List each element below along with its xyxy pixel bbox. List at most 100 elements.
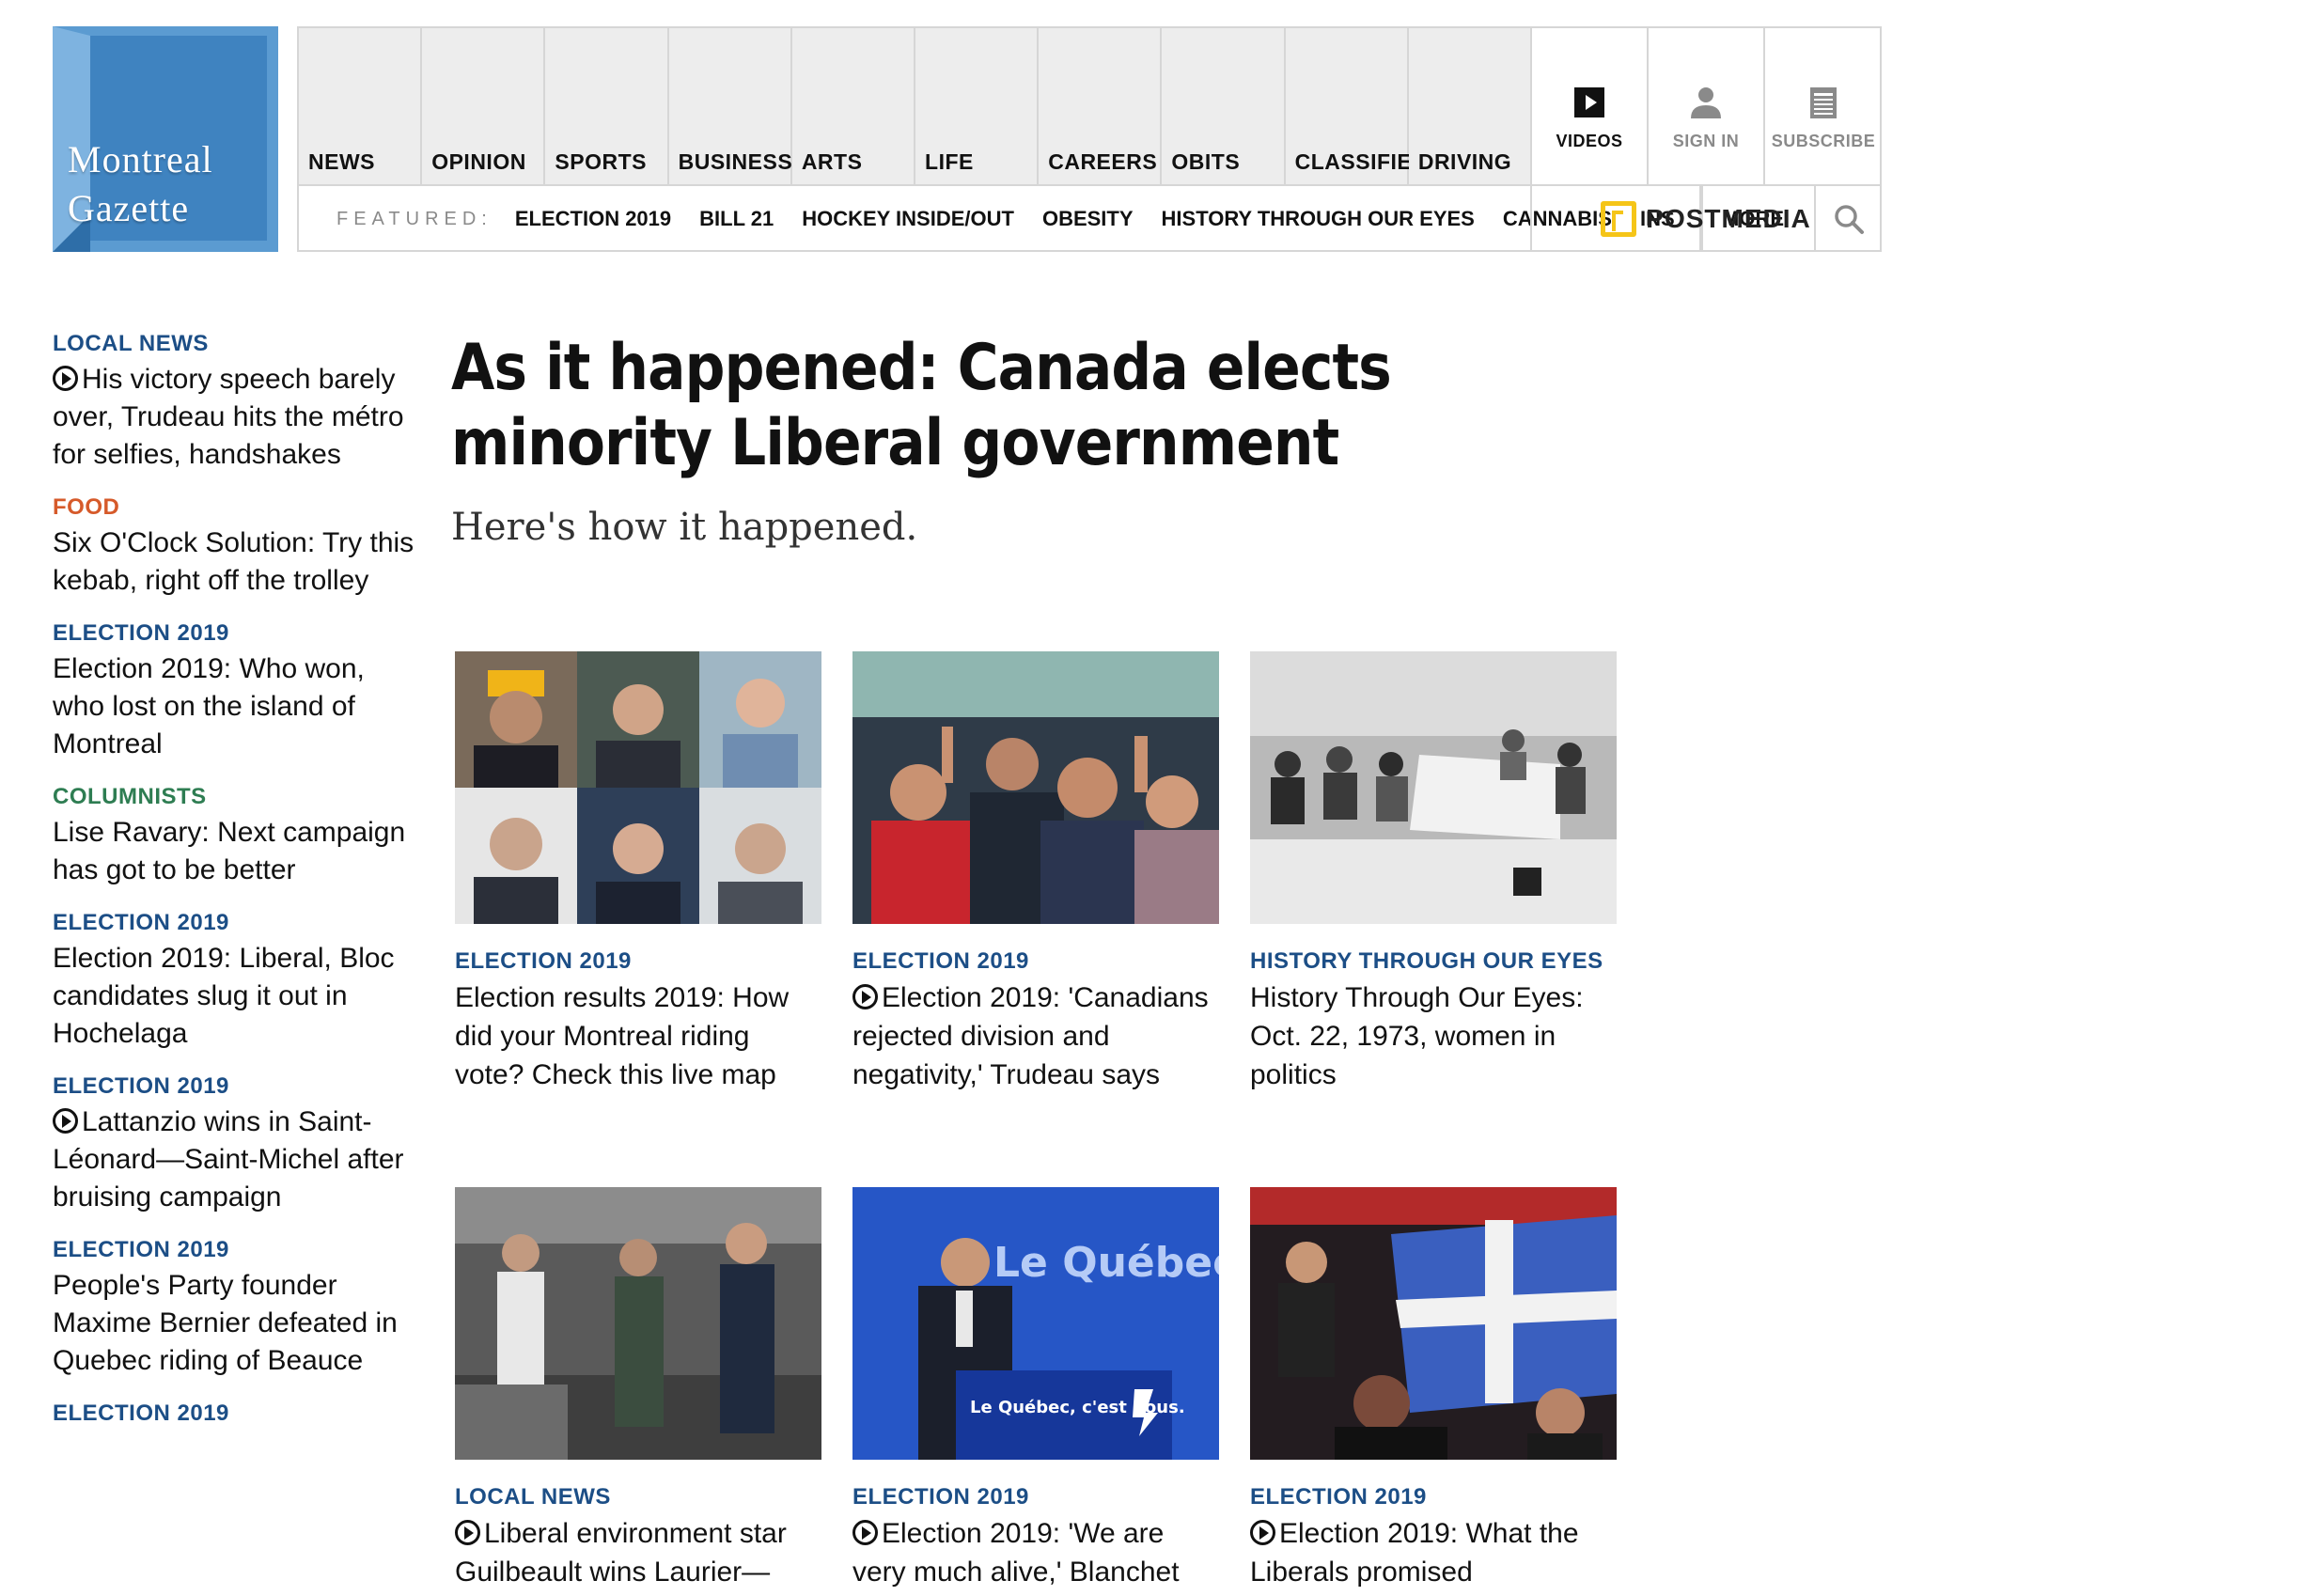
headline-text: His victory speech barely over, Trudeau …: [53, 364, 404, 470]
list-item[interactable]: ELECTION 2019 Lattanzio wins in Saint-Lé…: [53, 1073, 419, 1216]
card-headline[interactable]: Election 2019: 'We are very much alive,'…: [852, 1514, 1219, 1596]
card-headline[interactable]: Liberal environment star Guilbeault wins…: [455, 1514, 821, 1596]
nav-driving[interactable]: DRIVING: [1408, 28, 1533, 184]
postmedia-label: POSTMEDIA: [1646, 204, 1811, 233]
nav-news-label: NEWS: [308, 149, 375, 174]
category-label[interactable]: ELECTION 2019: [53, 620, 419, 647]
story-image-quebec-flag[interactable]: [1250, 1187, 1617, 1460]
category-label[interactable]: ELECTION 2019: [53, 1073, 419, 1100]
list-item[interactable]: LOCAL NEWS His victory speech barely ove…: [53, 331, 419, 474]
bloc-speech-image: Le Québec, c'est Le Québec, c'est nous.: [852, 1187, 1219, 1460]
nav-sports-label: SPORTS: [555, 149, 647, 174]
nav-opinion-label: OPINION: [431, 149, 526, 174]
headline-link[interactable]: Lise Ravary: Next campaign has got to be…: [53, 814, 419, 889]
category-label[interactable]: COLUMNISTS: [53, 784, 419, 810]
card-category[interactable]: ELECTION 2019: [852, 1484, 1219, 1510]
nav-business[interactable]: BUSINESS: [668, 28, 792, 184]
nav-classifieds[interactable]: CLASSIFIEDS: [1285, 28, 1443, 184]
headline-link[interactable]: Election 2019: Liberal, Bloc candidates …: [53, 940, 419, 1053]
subscribe-link[interactable]: SUBSCRIBE: [1765, 28, 1882, 184]
story-card[interactable]: ELECTION 2019 Election 2019: 'Canadians …: [852, 651, 1219, 1094]
story-card[interactable]: Le Québec, c'est Le Québec, c'est nous. …: [852, 1187, 1219, 1596]
list-item[interactable]: ELECTION 2019 Election 2019: Liberal, Bl…: [53, 910, 419, 1053]
story-card[interactable]: LOCAL NEWS Liberal environment star Guil…: [455, 1187, 821, 1596]
category-label[interactable]: ELECTION 2019: [53, 1237, 419, 1263]
list-item[interactable]: ELECTION 2019: [53, 1400, 419, 1427]
featured-bill-21[interactable]: BILL 21: [699, 207, 774, 231]
card-category[interactable]: LOCAL NEWS: [455, 1484, 821, 1510]
headline-text: Election 2019: What the Liberals promise…: [1250, 1518, 1579, 1596]
quebec-flag-crowd-image: [1250, 1187, 1617, 1460]
story-card[interactable]: ELECTION 2019 Election results 2019: How…: [455, 651, 821, 1094]
category-label[interactable]: ELECTION 2019: [53, 910, 419, 936]
featured-label: FEATURED:: [336, 208, 493, 229]
card-headline[interactable]: Election results 2019: How did your Mont…: [455, 978, 821, 1094]
headline-text: Election 2019: 'We are very much alive,'…: [852, 1518, 1180, 1596]
headline-link[interactable]: Lattanzio wins in Saint-Léonard—Saint-Mi…: [53, 1103, 419, 1216]
headline-link[interactable]: Election 2019: Who won, who lost on the …: [53, 650, 419, 763]
category-label[interactable]: ELECTION 2019: [53, 1400, 419, 1427]
card-category[interactable]: ELECTION 2019: [455, 948, 821, 975]
list-item[interactable]: FOOD Six O'Clock Solution: Try this keba…: [53, 494, 419, 600]
card-headline[interactable]: Election 2019: 'Canadians rejected divis…: [852, 978, 1219, 1094]
headline-link[interactable]: Six O'Clock Solution: Try this kebab, ri…: [53, 524, 419, 600]
category-label[interactable]: FOOD: [53, 494, 419, 521]
backdrop-slogan: Le Québec, c'est: [993, 1239, 1219, 1287]
sign-in-link[interactable]: SIGN IN: [1649, 28, 1766, 184]
sign-in-label: SIGN IN: [1672, 131, 1740, 150]
category-label[interactable]: LOCAL NEWS: [53, 331, 419, 357]
headline-text: Lattanzio wins in Saint-Léonard—Saint-Mi…: [53, 1106, 404, 1213]
main-content: As it happened: Canada elects minority L…: [451, 331, 1626, 549]
nav-careers-label: CAREERS: [1048, 149, 1158, 174]
nav-opinion[interactable]: OPINION: [422, 28, 546, 184]
article-title[interactable]: As it happened: Canada elects minority L…: [451, 331, 1402, 481]
story-card[interactable]: HISTORY THROUGH OUR EYES History Through…: [1250, 651, 1617, 1094]
story-image-celebration[interactable]: [852, 651, 1219, 924]
site-logo[interactable]: Montreal Gazette: [53, 26, 278, 252]
campaign-office-image: [455, 1187, 821, 1460]
headline-link[interactable]: His victory speech barely over, Trudeau …: [53, 361, 419, 474]
featured-hockey-inside-out[interactable]: HOCKEY INSIDE/OUT: [802, 207, 1014, 231]
list-item[interactable]: ELECTION 2019 Election 2019: Who won, wh…: [53, 620, 419, 763]
nav-sports[interactable]: SPORTS: [545, 28, 669, 184]
logo-word-gazette: Gazette: [68, 187, 190, 229]
featured-election-2019[interactable]: ELECTION 2019: [515, 207, 671, 231]
postmedia-logo-icon: [1601, 201, 1637, 237]
nav-careers[interactable]: CAREERS: [1039, 28, 1163, 184]
headline-text: Election 2019: 'Canadians rejected divis…: [852, 982, 1209, 1090]
sidebar-news-list: LOCAL NEWS His victory speech barely ove…: [53, 331, 419, 1447]
nav-news[interactable]: NEWS: [299, 28, 423, 184]
nav-arts[interactable]: ARTS: [791, 28, 916, 184]
nav-life[interactable]: LIFE: [915, 28, 1040, 184]
card-category[interactable]: ELECTION 2019: [852, 948, 1219, 975]
headline-link[interactable]: People's Party founder Maxime Bernier de…: [53, 1267, 419, 1380]
video-play-icon: [455, 1520, 480, 1545]
card-category[interactable]: ELECTION 2019: [1250, 1484, 1617, 1510]
featured-history-through-our-eyes[interactable]: HISTORY THROUGH OUR EYES: [1162, 207, 1475, 231]
videos-label: VIDEOS: [1556, 131, 1623, 150]
story-image-archive-photo[interactable]: [1250, 651, 1617, 924]
videos-link[interactable]: VIDEOS: [1532, 28, 1650, 184]
nav-obits[interactable]: OBITS: [1162, 28, 1286, 184]
archive-meeting-image: [1250, 651, 1617, 924]
user-icon: [1691, 86, 1722, 118]
card-headline[interactable]: History Through Our Eyes: Oct. 22, 1973,…: [1250, 978, 1617, 1094]
list-item[interactable]: ELECTION 2019 People's Party founder Max…: [53, 1237, 419, 1380]
list-item[interactable]: COLUMNISTS Lise Ravary: Next campaign ha…: [53, 784, 419, 889]
video-play-icon: [53, 1108, 78, 1134]
story-image-leaders-collage[interactable]: [455, 651, 821, 924]
nav-obits-label: OBITS: [1171, 149, 1241, 174]
card-category[interactable]: HISTORY THROUGH OUR EYES: [1250, 948, 1617, 975]
video-play-icon: [1250, 1520, 1275, 1545]
video-play-icon: [852, 1520, 878, 1545]
nav-life-label: LIFE: [925, 149, 974, 174]
nav-arts-label: ARTS: [801, 149, 863, 174]
card-headline[interactable]: Election 2019: What the Liberals promise…: [1250, 1514, 1617, 1596]
story-image-bloc-speech[interactable]: Le Québec, c'est Le Québec, c'est nous.: [852, 1187, 1219, 1460]
postmedia-link[interactable]: POSTMEDIA: [1530, 186, 1880, 252]
story-image-campaign-office[interactable]: [455, 1187, 821, 1460]
utility-links: VIDEOS SIGN IN SUBSCRIBE: [1532, 28, 1882, 184]
subscribe-label: SUBSCRIBE: [1771, 131, 1876, 150]
story-card[interactable]: ELECTION 2019 Election 2019: What the Li…: [1250, 1187, 1617, 1596]
featured-obesity[interactable]: OBESITY: [1042, 207, 1134, 231]
